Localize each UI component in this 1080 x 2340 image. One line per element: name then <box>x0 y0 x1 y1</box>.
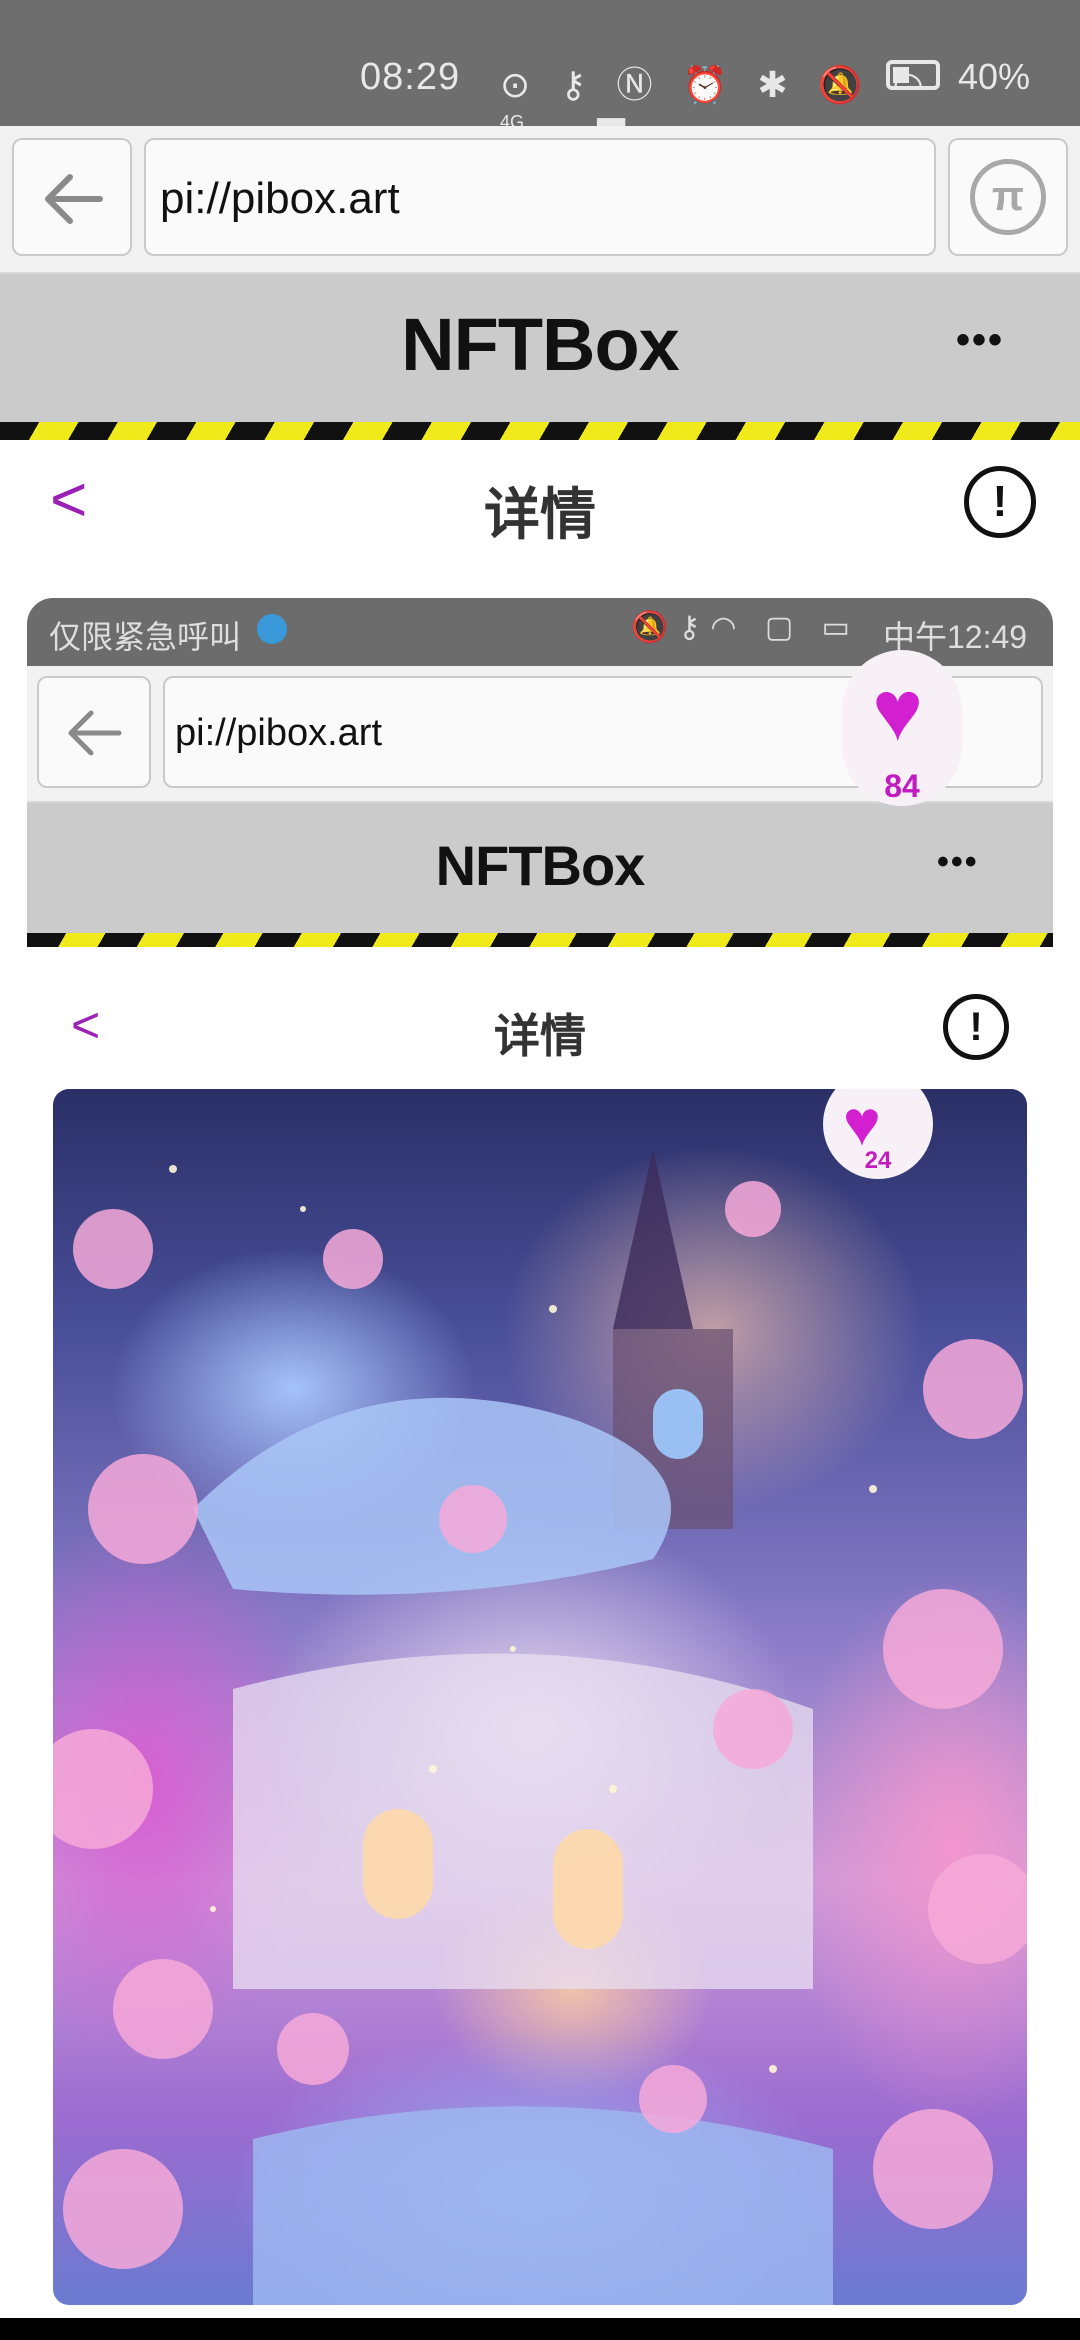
browser-back-button[interactable] <box>12 138 132 256</box>
hazard-stripe <box>0 422 1080 440</box>
nested-info-icon: ! <box>943 994 1009 1060</box>
status-time: 08:29 <box>360 56 461 98</box>
artwork-like-count: 24 <box>864 1147 892 1174</box>
nft-artwork-image: ♥ 24 <box>53 1089 1027 2305</box>
brand-title: NFTBox <box>401 303 680 386</box>
url-field[interactable]: pi://pibox.art <box>144 138 936 256</box>
status-bar: 08:29 ⊙ ⚷ Ⓝ ⏰ ✱ 🔕 ◠ 4G▂▄▆ 40% <box>0 0 1080 149</box>
arrow-left-icon <box>68 710 122 756</box>
nested-status-icons: 🔕⚷◠ ▢ ▭ <box>631 611 860 644</box>
nested-more-icon: ••• <box>937 843 979 881</box>
heart-icon: ♥ <box>872 663 924 759</box>
nested-screenshot: 仅限紧急呼叫 🔕⚷◠ ▢ ▭ 中午12:49 pi://pibox.art NF… <box>27 598 1053 2340</box>
more-menu-button[interactable]: ••• <box>956 318 1004 363</box>
hd-call-icon <box>257 614 287 644</box>
artwork-like-badge: ♥ 24 <box>823 1089 933 1179</box>
nested-status-text: 仅限紧急呼叫 <box>49 619 242 655</box>
battery-icon <box>886 60 940 90</box>
like-count: 84 <box>884 768 920 804</box>
browser-bar: pi://pibox.art π <box>0 126 1080 274</box>
nested-brand-title: NFTBox <box>435 834 646 897</box>
pi-browser-button[interactable]: π <box>948 138 1068 256</box>
pi-logo-icon: π <box>970 159 1046 235</box>
nested-page-title: 详情 <box>494 1010 586 1062</box>
arrow-left-icon <box>45 174 103 224</box>
fairy-castle-illustration <box>53 1149 1027 2305</box>
info-icon[interactable]: ! <box>964 466 1036 538</box>
like-button[interactable]: ♥ 84 <box>842 650 962 806</box>
app-header: NFTBox ••• <box>0 274 1080 422</box>
nested-back-button <box>37 676 151 788</box>
battery-percent: 40% <box>958 56 1031 97</box>
url-text: pi://pibox.art <box>160 174 400 223</box>
nested-app-header: NFTBox ••• <box>27 803 1053 933</box>
nested-url-text: pi://pibox.art <box>175 712 382 754</box>
nested-hazard-stripe <box>27 933 1053 947</box>
heart-icon: ♥ <box>843 1089 881 1159</box>
page-title: 详情 <box>484 483 596 546</box>
bottom-bar <box>0 2318 1080 2340</box>
